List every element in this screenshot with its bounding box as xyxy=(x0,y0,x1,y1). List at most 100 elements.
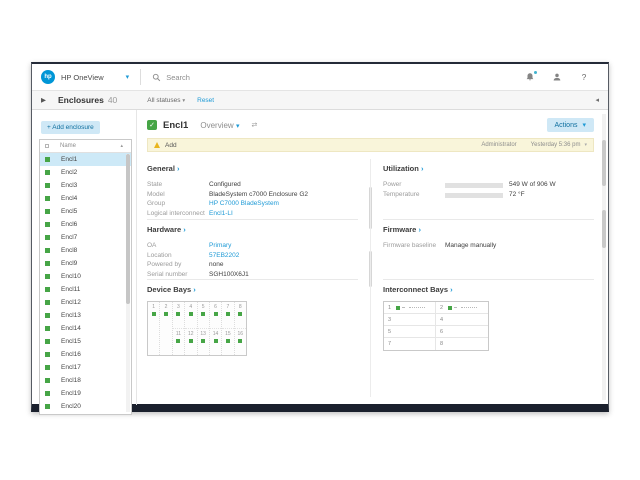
main-scrollbar[interactable] xyxy=(602,114,606,400)
status-ok-icon xyxy=(45,183,50,188)
bay-status-ok-icon xyxy=(226,339,230,343)
list-item[interactable]: Encl11 xyxy=(40,283,131,296)
device-bays-heading-link[interactable]: Device Bays › xyxy=(147,285,358,294)
device-bays-diagram[interactable]: 1 2 3 11 4 12 xyxy=(147,301,247,356)
list-item[interactable]: Encl17 xyxy=(40,361,131,374)
interconnect-bay[interactable]: 8 xyxy=(436,338,488,350)
enclosure-name: Encl9 xyxy=(61,260,77,267)
scrollbar-thumb[interactable] xyxy=(602,140,606,186)
status-filter[interactable]: All statuses ▾ xyxy=(147,97,185,104)
actions-button[interactable]: Actions▾ xyxy=(547,118,594,132)
utilization-heading-link[interactable]: Utilization › xyxy=(383,164,594,173)
search-input[interactable] xyxy=(166,73,366,82)
device-bay[interactable]: 5 13 xyxy=(198,302,210,355)
activity-task: Add xyxy=(165,142,177,149)
interconnect-bay[interactable]: 6 xyxy=(436,326,488,338)
interconnect-bay[interactable]: 5 xyxy=(384,326,436,338)
list-item[interactable]: Encl3 xyxy=(40,179,131,192)
list-item[interactable]: Encl16 xyxy=(40,348,131,361)
user-icon[interactable] xyxy=(551,71,563,83)
status-ok-icon xyxy=(45,248,50,253)
interconnect-bay[interactable]: 4 xyxy=(436,314,488,326)
scrollbar-thumb[interactable] xyxy=(126,154,130,304)
list-item[interactable]: Encl19 xyxy=(40,387,131,400)
interconnect-bay[interactable]: 7 xyxy=(384,338,436,350)
device-bay[interactable]: 3 11 xyxy=(173,302,185,355)
list-item[interactable]: Encl2 xyxy=(40,166,131,179)
help-icon[interactable]: ? xyxy=(578,71,590,83)
logical-interconnect-link[interactable]: Encl1-LI xyxy=(209,209,233,219)
field-row: OAPrimary xyxy=(147,241,358,251)
list-item[interactable]: Encl15 xyxy=(40,335,131,348)
enclosure-name: Encl2 xyxy=(61,169,77,176)
interconnect-bays-heading-link[interactable]: Interconnect Bays › xyxy=(383,285,594,294)
search-bar[interactable] xyxy=(152,73,524,82)
activity-banner[interactable]: Add Administrator Yesterday 5:36 pm ▾ xyxy=(147,138,594,152)
bay-status-ok-icon xyxy=(214,339,218,343)
interconnect-bays-section: Interconnect Bays › 1 2 3 4 5 6 7 8 xyxy=(383,279,594,351)
resource-count: 40 xyxy=(108,95,117,105)
status-ok-icon xyxy=(45,196,50,201)
expand-menu-icon[interactable]: ▶ xyxy=(41,96,46,104)
list-item[interactable]: Encl5 xyxy=(40,205,131,218)
device-bay[interactable]: 4 12 xyxy=(185,302,197,355)
field-row: GroupHP C7000 BladeSystem xyxy=(147,199,358,209)
interconnect-bay[interactable]: 3 xyxy=(384,314,436,326)
power-utilization-bar xyxy=(445,183,503,188)
list-scrollbar[interactable] xyxy=(126,154,130,412)
collapse-panel-icon[interactable]: ◂ xyxy=(595,96,599,104)
bay-status-ok-icon xyxy=(201,312,205,316)
list-header[interactable]: Name ▴ xyxy=(40,140,131,153)
sort-ascending-icon[interactable]: ▴ xyxy=(120,143,123,149)
list-item[interactable]: Encl1 xyxy=(40,153,131,166)
list-item[interactable]: Encl7 xyxy=(40,231,131,244)
list-item[interactable]: Encl12 xyxy=(40,296,131,309)
list-item[interactable]: Encl18 xyxy=(40,374,131,387)
main-menu-chevron-icon[interactable]: ▾ xyxy=(126,73,130,81)
interconnect-bays-diagram[interactable]: 1 2 3 4 5 6 7 8 xyxy=(383,301,489,351)
power-metric: Power 549 W of 906 W xyxy=(383,180,594,190)
status-ok-icon xyxy=(45,339,50,344)
interconnect-bay[interactable]: 1 xyxy=(384,302,436,314)
module-ports-decoration xyxy=(461,307,477,308)
bay-status-ok-icon xyxy=(226,312,230,316)
enclosure-name: Encl18 xyxy=(61,377,81,384)
list-item[interactable]: Encl9 xyxy=(40,257,131,270)
hardware-heading-link[interactable]: Hardware › xyxy=(147,225,358,234)
add-enclosure-button[interactable]: + Add enclosure xyxy=(41,121,100,134)
location-link[interactable]: 57EB2202 xyxy=(209,251,239,261)
hardware-section: Hardware › OAPrimary Location57EB2202 Po… xyxy=(147,219,358,279)
device-bay[interactable]: 7 15 xyxy=(222,302,234,355)
interconnect-bay[interactable]: 2 xyxy=(436,302,488,314)
list-item[interactable]: Encl10 xyxy=(40,270,131,283)
reset-filter-link[interactable]: Reset xyxy=(197,97,214,104)
general-heading-link[interactable]: General › xyxy=(147,164,358,173)
status-ok-icon xyxy=(45,365,50,370)
module-decoration xyxy=(402,307,405,308)
device-bay[interactable]: 1 xyxy=(148,302,160,355)
device-bay[interactable]: 2 xyxy=(160,302,172,355)
list-item[interactable]: Encl20 xyxy=(40,400,131,413)
notification-badge xyxy=(533,70,538,75)
list-item[interactable]: Encl21 xyxy=(40,413,131,415)
list-item[interactable]: Encl6 xyxy=(40,218,131,231)
list-item[interactable]: Encl14 xyxy=(40,322,131,335)
scrollbar-thumb[interactable] xyxy=(602,210,606,248)
oa-link[interactable]: Primary xyxy=(209,241,231,251)
firmware-heading-link[interactable]: Firmware › xyxy=(383,225,594,234)
device-bay[interactable]: 6 14 xyxy=(210,302,222,355)
list-item[interactable]: Encl4 xyxy=(40,192,131,205)
device-bay[interactable]: 8 16 xyxy=(235,302,246,355)
group-link[interactable]: HP C7000 BladeSystem xyxy=(209,199,279,209)
view-selector[interactable]: Overview ▾ xyxy=(200,121,239,130)
notifications-icon[interactable] xyxy=(524,71,536,83)
detail-panel: ✓ Encl1 Overview ▾ ⇄ Actions▾ Add Admini… xyxy=(136,110,608,405)
list-item[interactable]: Encl8 xyxy=(40,244,131,257)
banner-expand-icon[interactable]: ▾ xyxy=(584,142,587,148)
name-column-header[interactable]: Name xyxy=(60,143,76,149)
temperature-utilization-bar xyxy=(445,193,503,198)
related-resources-icon[interactable]: ⇄ xyxy=(251,121,257,129)
list-item[interactable]: Encl13 xyxy=(40,309,131,322)
app-window: hp HP OneView ▾ ? ▶ Enclosures xyxy=(31,62,609,412)
status-column-icon xyxy=(45,144,49,148)
